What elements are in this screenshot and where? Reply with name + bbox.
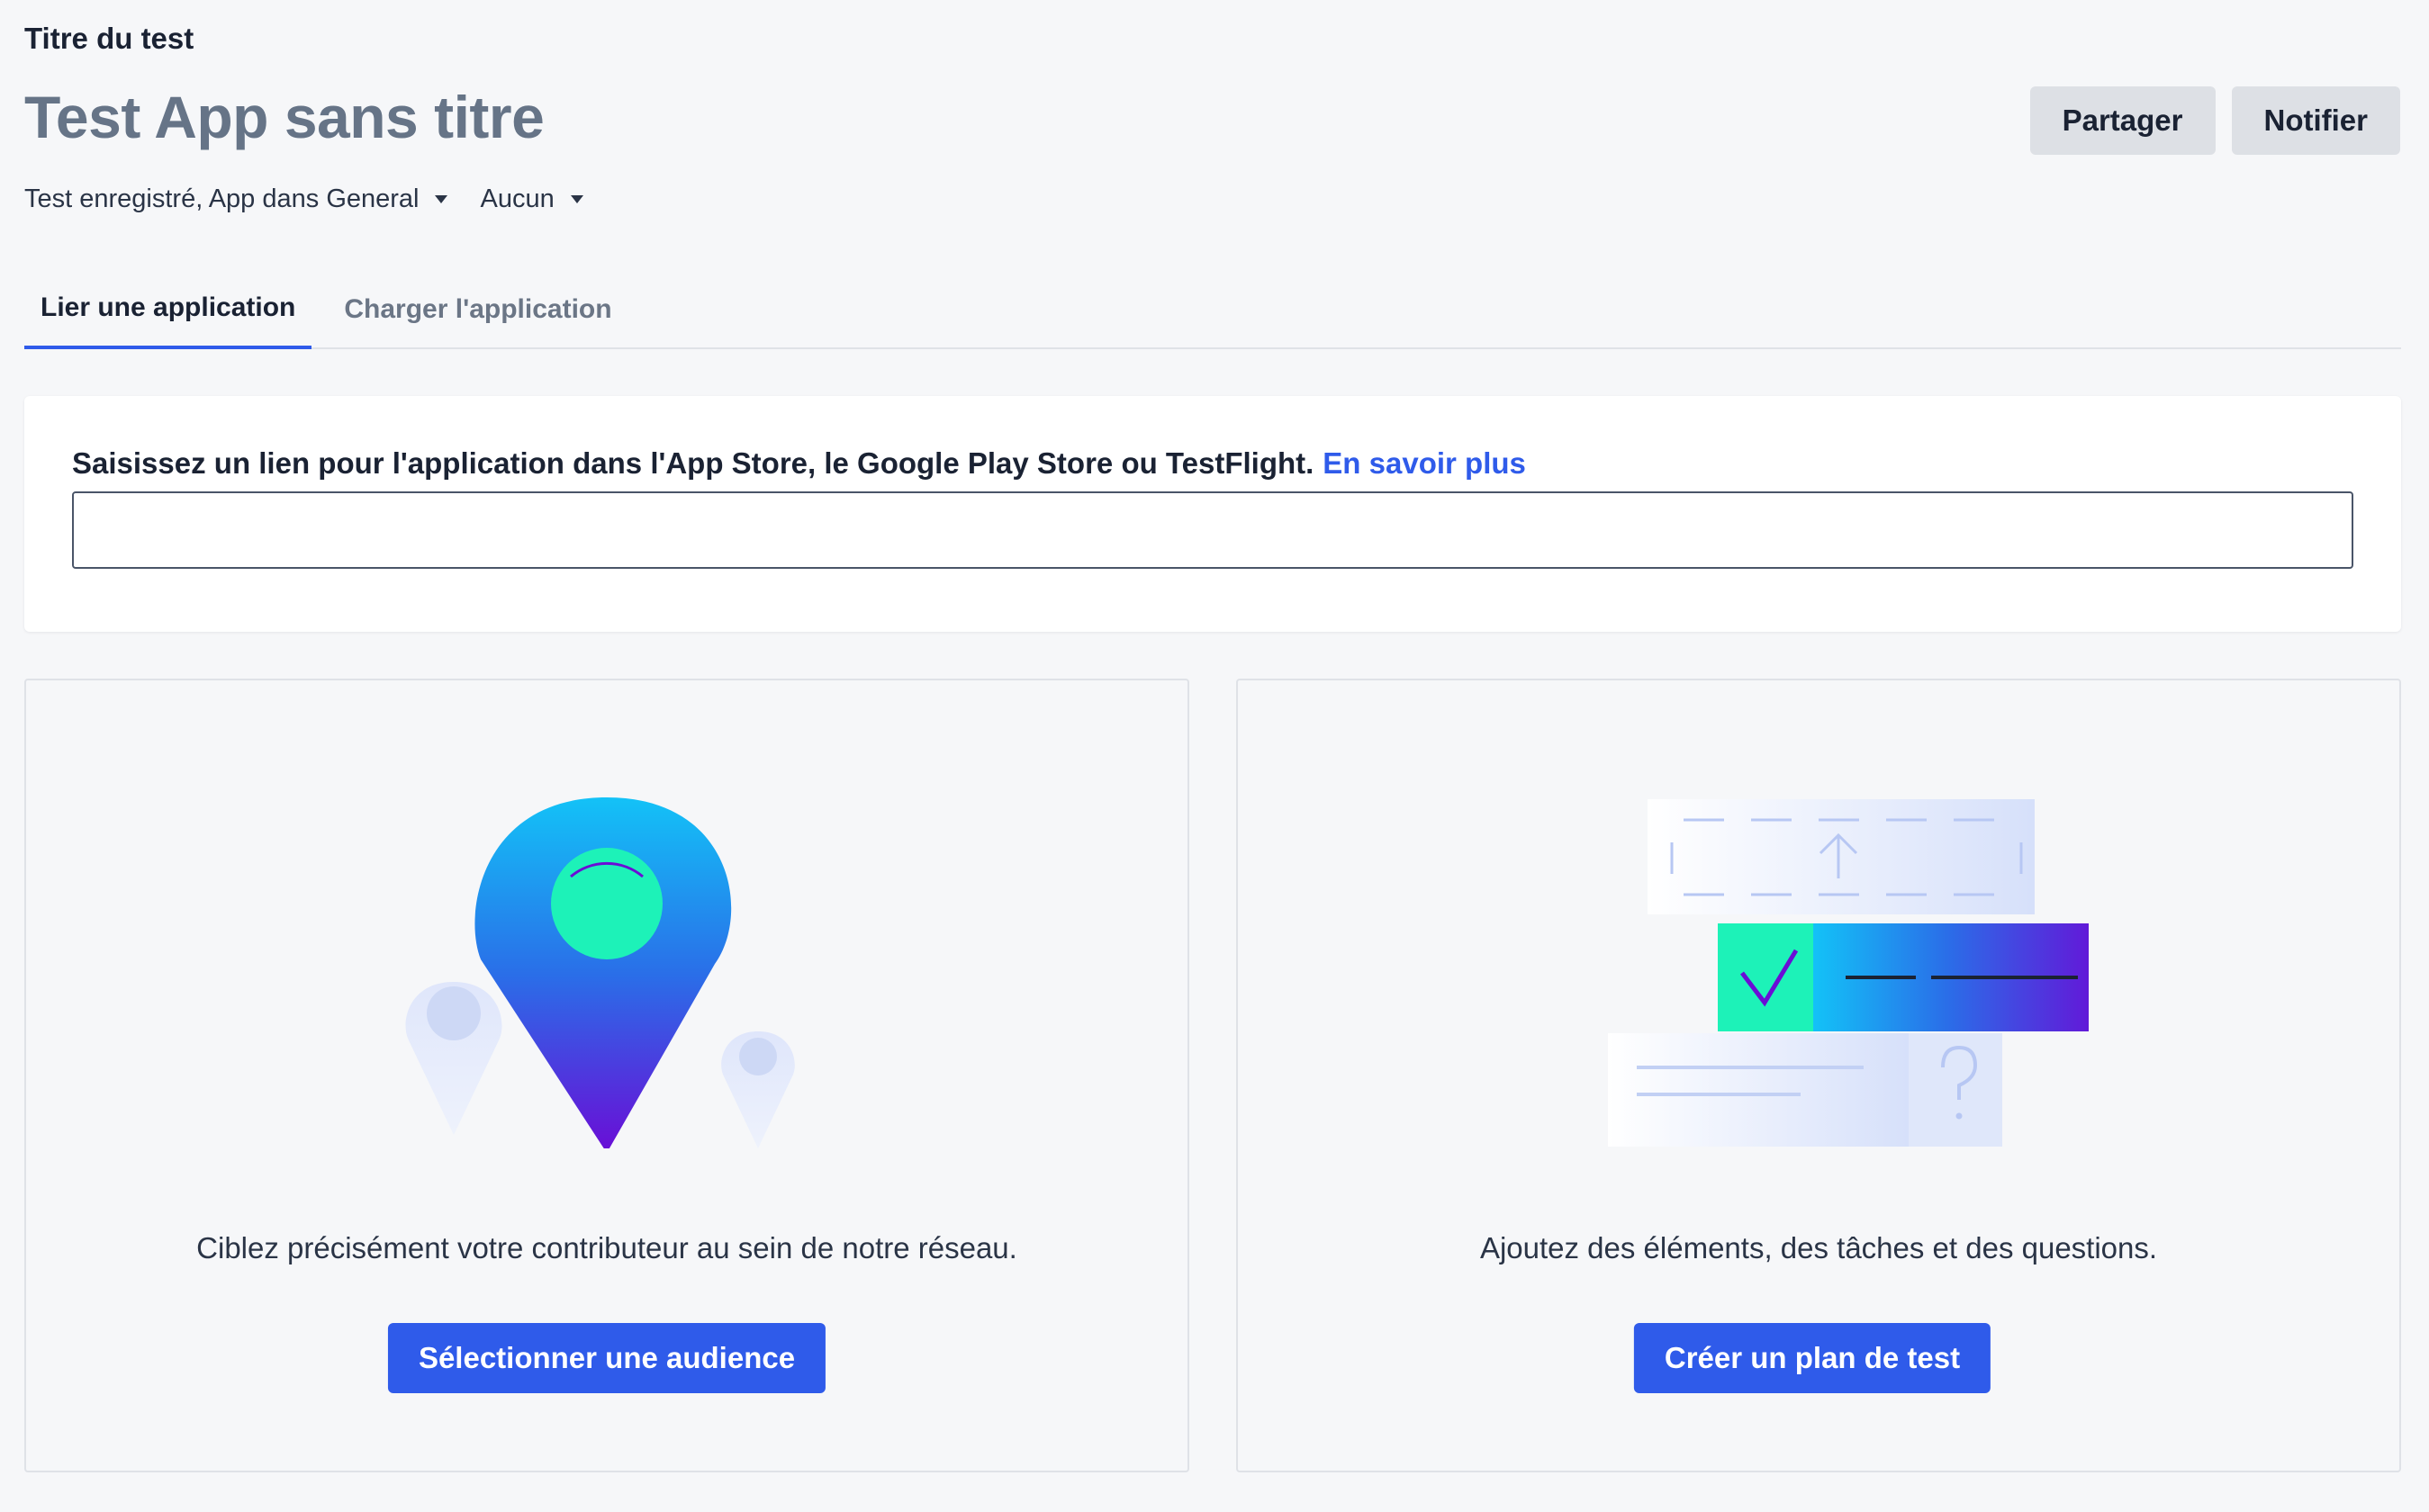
audience-card: Ciblez précisément votre contributeur au… bbox=[24, 679, 1189, 1472]
status-dropdown[interactable]: Test enregistré, App dans General bbox=[24, 184, 448, 214]
location-pins-illustration bbox=[26, 770, 1187, 1148]
app-link-input[interactable] bbox=[72, 491, 2353, 569]
link-prompt: Saisissez un lien pour l'application dan… bbox=[72, 446, 1526, 481]
page-title[interactable]: Test App sans titre bbox=[24, 83, 545, 151]
page: Titre du test Test App sans titre Partag… bbox=[0, 0, 2429, 1512]
tag-dropdown-label: Aucun bbox=[480, 184, 555, 213]
page-eyebrow: Titre du test bbox=[24, 22, 194, 55]
select-audience-button[interactable]: Sélectionner une audience bbox=[387, 1323, 826, 1393]
test-plan-card: Ajoutez des éléments, des tâches et des … bbox=[1236, 679, 2401, 1472]
test-plan-illustration bbox=[1238, 770, 2399, 1147]
header-actions: Partager Notifier bbox=[2029, 86, 2400, 155]
caret-down-icon bbox=[570, 195, 583, 203]
notify-button[interactable]: Notifier bbox=[2231, 86, 2400, 155]
status-dropdown-label: Test enregistré, App dans General bbox=[24, 184, 420, 213]
create-test-plan-button[interactable]: Créer un plan de test bbox=[1633, 1323, 1991, 1393]
tab-upload-app[interactable]: Charger l'application bbox=[328, 270, 628, 349]
meta-row: Test enregistré, App dans General Aucun bbox=[24, 184, 583, 214]
link-prompt-text: Saisissez un lien pour l'application dan… bbox=[72, 446, 1314, 480]
test-plan-description: Ajoutez des éléments, des tâches et des … bbox=[1479, 1231, 2158, 1264]
link-card: Saisissez un lien pour l'application dan… bbox=[24, 396, 2401, 632]
test-plan-icon bbox=[1608, 799, 2089, 1147]
tag-dropdown[interactable]: Aucun bbox=[480, 184, 583, 214]
tab-bar: Lier une application Charger l'applicati… bbox=[24, 270, 2401, 349]
location-pins-icon bbox=[405, 797, 795, 1148]
learn-more-link[interactable]: En savoir plus bbox=[1323, 446, 1526, 480]
caret-down-icon bbox=[435, 195, 448, 203]
audience-description: Ciblez précisément votre contributeur au… bbox=[196, 1231, 1017, 1264]
share-button[interactable]: Partager bbox=[2029, 86, 2216, 155]
tab-link-app[interactable]: Lier une application bbox=[24, 270, 312, 349]
